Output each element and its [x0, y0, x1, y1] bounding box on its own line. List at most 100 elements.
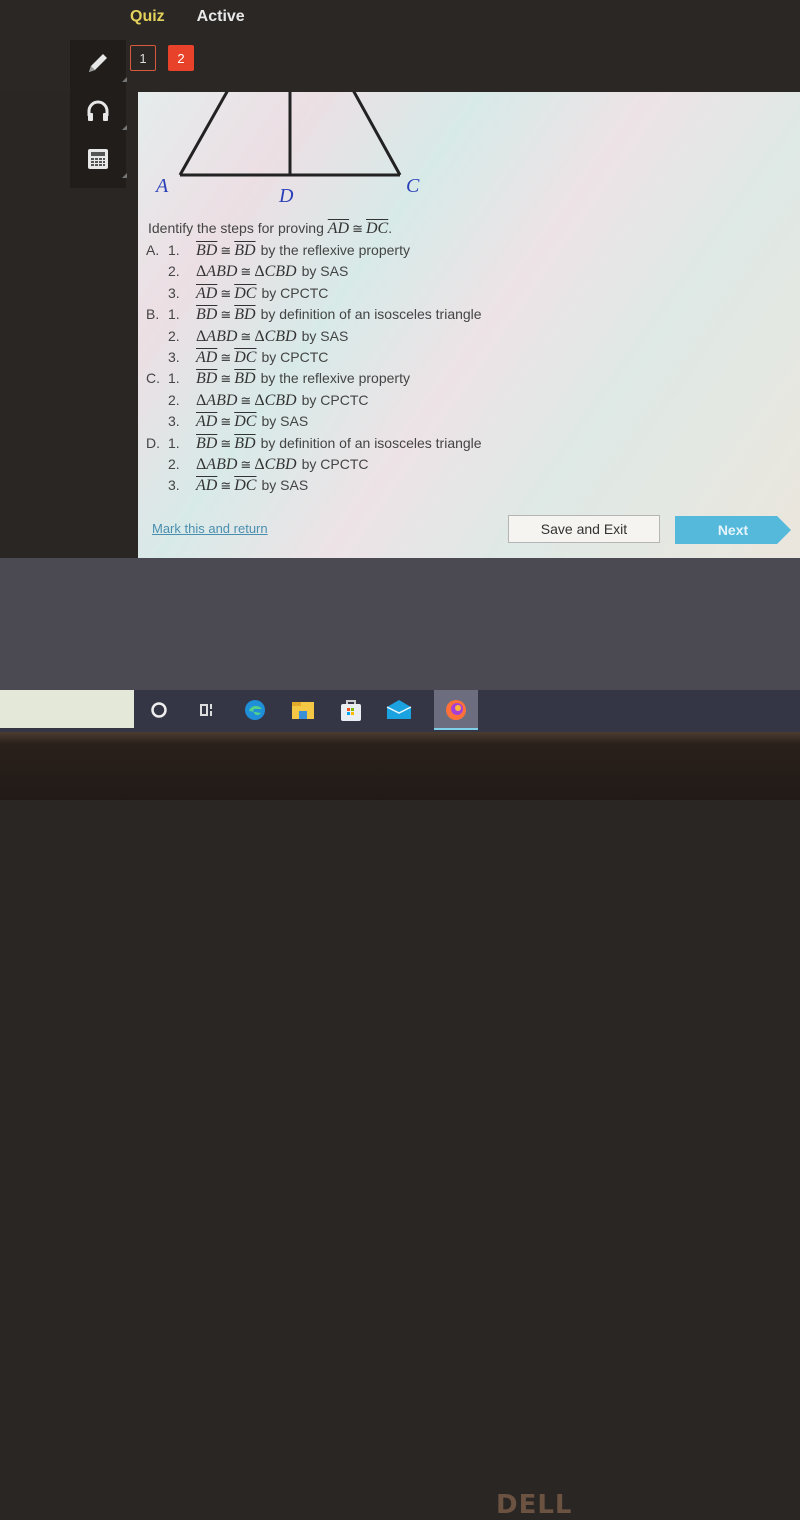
task-view-icon — [200, 704, 212, 716]
option-letter — [146, 347, 168, 368]
step-statement: ΔABD ≅ ΔCBD — [196, 456, 297, 474]
calculator-icon — [88, 149, 108, 169]
file-explorer-icon — [292, 702, 314, 719]
firefox-button[interactable] — [434, 690, 478, 730]
option-letter — [146, 454, 168, 475]
question-navigator: 1 2 — [130, 45, 194, 71]
option-letter: D. — [146, 434, 160, 451]
step-reason: by CPCTC — [261, 349, 329, 366]
step-number: 3. — [168, 413, 180, 430]
edge-icon — [245, 700, 265, 720]
save-and-exit-button[interactable]: Save and Exit — [508, 515, 660, 543]
step-number: 1. — [168, 434, 180, 451]
pencil-icon — [89, 54, 107, 72]
cortana-icon — [151, 702, 167, 718]
proof-step: 2. ΔABD ≅ ΔCBD by SAS — [146, 261, 482, 282]
step-statement: ΔABD ≅ ΔCBD — [196, 263, 297, 281]
question-1-button[interactable]: 1 — [130, 45, 156, 71]
step-reason: by CPCTC — [301, 456, 369, 473]
audio-tool-button[interactable] — [83, 96, 127, 130]
store-icon — [341, 700, 361, 721]
tab-quiz[interactable]: Quiz — [130, 8, 165, 26]
proof-step: 3. AD ≅ DC by SAS — [146, 475, 482, 496]
step-number: 1. — [168, 242, 180, 258]
question-2-button[interactable]: 2 — [168, 45, 194, 71]
desktop-area — [0, 558, 800, 690]
pencil-tool-button[interactable] — [83, 48, 127, 82]
edge-button[interactable] — [242, 697, 268, 723]
step-reason: by the reflexive property — [260, 370, 410, 387]
calculator-tool-button[interactable] — [83, 144, 127, 178]
step-statement: BD ≅ BD — [196, 242, 256, 259]
step-reason: by CPCTC — [301, 391, 369, 408]
mark-and-return-link[interactable]: Mark this and return — [152, 521, 268, 536]
status-active: Active — [196, 8, 245, 25]
step-reason: by CPCTC — [261, 284, 329, 301]
step-number: 3. — [168, 477, 180, 494]
mail-button[interactable] — [386, 697, 412, 723]
option-letter — [146, 390, 168, 411]
step-reason: by SAS — [301, 327, 349, 344]
step-number: 3. — [168, 349, 180, 366]
step-statement: AD ≅ DC — [196, 477, 257, 495]
step-number: 1. — [168, 370, 180, 387]
taskbar — [0, 690, 800, 732]
step-statement: BD ≅ BD — [196, 370, 256, 388]
step-reason: by SAS — [301, 263, 349, 280]
segment-ab — [178, 92, 229, 176]
answer-option-d[interactable]: D. 1. BD ≅ BD by definition of an isosceles t… — [146, 433, 482, 454]
triangle-figure: A D C — [154, 92, 420, 207]
step-number: 2. — [168, 327, 180, 344]
step-statement: AD ≅ DC — [196, 349, 257, 367]
proof-step: 3. AD ≅ DC by CPCTC — [146, 283, 482, 304]
step-statement: BD ≅ BD — [196, 306, 256, 324]
cortana-button[interactable] — [146, 697, 172, 723]
next-button[interactable]: Next — [675, 516, 791, 544]
step-reason: by definition of an isosceles triangle — [260, 306, 482, 323]
proof-step: 2. ΔABD ≅ ΔCBD by CPCTC — [146, 390, 482, 411]
monitor-bezel: DELL — [0, 732, 800, 1520]
proof-step: 3. AD ≅ DC by SAS — [146, 411, 482, 432]
file-explorer-button[interactable] — [290, 697, 316, 723]
proof-step: 2. ΔABD ≅ ΔCBD by SAS — [146, 326, 482, 347]
dell-logo: DELL — [496, 1490, 573, 1520]
step-statement: AD ≅ DC — [196, 284, 257, 302]
step-statement: ΔABD ≅ ΔCBD — [196, 391, 297, 409]
answer-options: A. 1. BD ≅ BD by the reflexive property 2. ΔABD… — [146, 240, 482, 497]
option-letter: A. — [146, 242, 160, 258]
tool-sidebar — [70, 40, 127, 188]
step-reason: by definition of an isosceles triangle — [260, 434, 482, 451]
answer-option-c[interactable]: C. 1. BD ≅ BD by the reflexive property — [146, 368, 482, 389]
step-statement: ΔABD ≅ ΔCBD — [196, 327, 297, 345]
option-letter — [146, 283, 168, 304]
proof-step: 3. AD ≅ DC by CPCTC — [146, 347, 482, 368]
option-letter — [146, 261, 168, 282]
step-number: 3. — [168, 284, 180, 301]
question-prompt: Identify the steps for proving AD ≅ DC. — [148, 220, 393, 237]
answer-option-b[interactable]: B. 1. BD ≅ BD by definition of an isosceles t… — [146, 304, 482, 325]
firefox-icon — [446, 700, 466, 720]
option-letter: B. — [146, 306, 160, 323]
store-button[interactable] — [338, 697, 364, 723]
option-letter: C. — [146, 370, 160, 387]
option-letter — [146, 411, 168, 432]
question-panel: A D C Identify the steps for proving AD ≅… — [138, 92, 800, 558]
task-view-button[interactable] — [194, 697, 220, 723]
step-statement: BD ≅ BD — [196, 434, 256, 452]
option-letter — [146, 326, 168, 347]
point-label-d: D — [278, 185, 294, 207]
point-label-c: C — [406, 175, 420, 197]
taskbar-search-box[interactable] — [0, 690, 134, 728]
step-reason: by the reflexive property — [260, 242, 410, 258]
option-letter — [146, 475, 168, 496]
headphones-icon — [87, 100, 109, 121]
step-reason: by SAS — [261, 413, 309, 430]
answer-option-a[interactable]: A. 1. BD ≅ BD by the reflexive property — [146, 240, 482, 261]
step-number: 2. — [168, 263, 180, 280]
proof-step: 2. ΔABD ≅ ΔCBD by CPCTC — [146, 454, 482, 475]
step-statement: AD ≅ DC — [196, 413, 257, 431]
mail-icon — [386, 700, 412, 719]
segment-bc — [352, 92, 402, 176]
step-number: 2. — [168, 391, 180, 408]
point-label-a: A — [154, 175, 169, 197]
